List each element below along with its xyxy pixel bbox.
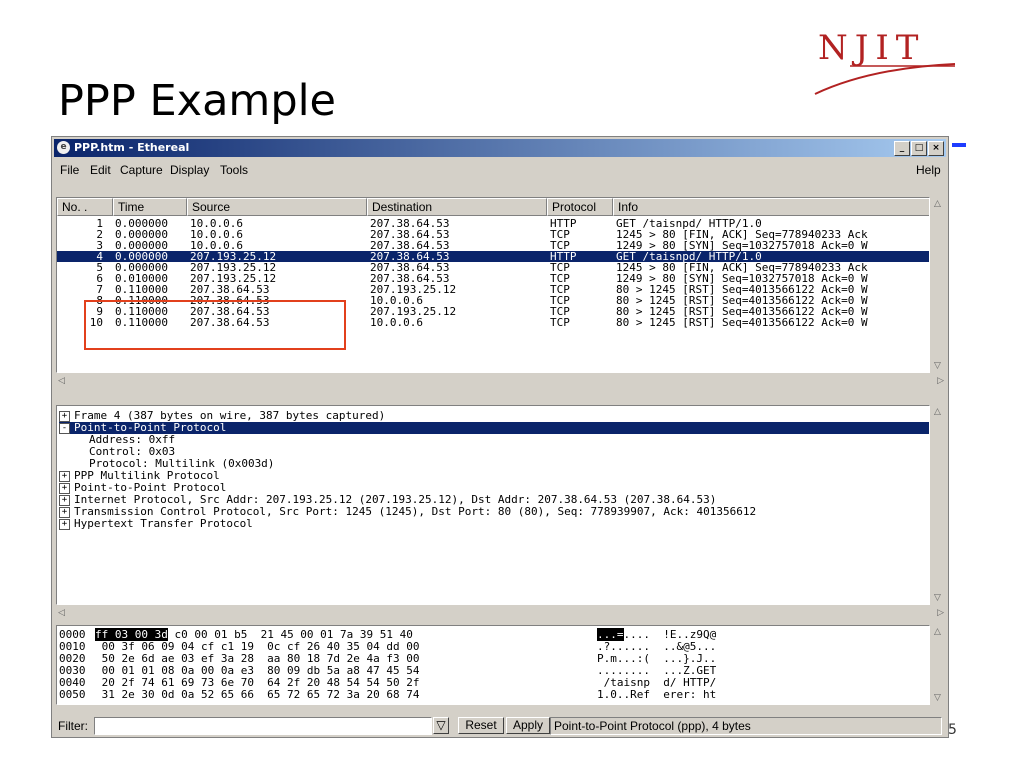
menu-file[interactable]: File: [60, 163, 79, 177]
menu-display[interactable]: Display: [170, 163, 209, 177]
expand-icon[interactable]: +: [59, 518, 70, 530]
filter-label: Filter:: [58, 719, 88, 733]
expand-icon[interactable]: +: [59, 494, 70, 506]
column-source[interactable]: Source: [187, 198, 367, 216]
ethereal-app-icon: e: [57, 141, 70, 154]
njit-logo: NJIT: [810, 28, 960, 98]
minimize-icon[interactable]: _: [894, 141, 910, 156]
hex-bytes: 31 2e 30 0d 0a 52 65 66 65 72 65 72 3a 2…: [95, 688, 420, 701]
detail-line[interactable]: - Point-to-Point Protocol: [59, 422, 929, 434]
apply-button[interactable]: Apply: [506, 717, 550, 734]
column-no[interactable]: No. .: [57, 198, 113, 216]
expand-icon[interactable]: +: [59, 470, 70, 482]
detail-line[interactable]: + Hypertext Transfer Protocol: [59, 518, 253, 530]
packet-list-vscroll[interactable]: △ ▽: [930, 197, 946, 373]
ethereal-window: e PPP.htm - Ethereal _ □ × File Edit Captu…: [51, 136, 949, 738]
slide-accent-mark: [952, 143, 966, 147]
packet-cell-protocol: TCP: [550, 316, 570, 329]
expand-icon[interactable]: +: [59, 410, 70, 422]
column-time[interactable]: Time: [113, 198, 187, 216]
details-vscroll[interactable]: △ ▽: [930, 405, 946, 605]
close-icon[interactable]: ×: [928, 141, 944, 156]
hex-offset: 0010: [59, 640, 86, 653]
slide-title: PPP Example: [58, 76, 337, 126]
hex-offset: 0020: [59, 652, 86, 665]
hex-ascii: 1.0..Ref erer: ht: [597, 688, 717, 701]
window-title: PPP.htm - Ethereal: [74, 141, 190, 154]
menu-capture[interactable]: Capture: [120, 163, 163, 177]
window-titlebar[interactable]: e PPP.htm - Ethereal _ □ ×: [54, 139, 946, 157]
status-bar: Point-to-Point Protocol (ppp), 4 bytes: [550, 717, 942, 735]
packet-cell-destination: 10.0.0.6: [370, 316, 423, 329]
highlight-box: [84, 300, 346, 350]
menu-tools[interactable]: Tools: [220, 163, 248, 177]
hex-offset: 0040: [59, 676, 86, 689]
window-controls: _ □ ×: [893, 141, 944, 156]
logo-swoosh-icon: [814, 63, 956, 95]
packet-row[interactable]: 3 0.000000 10.0.0.6 207.38.64.53 TCP 1249 > 8…: [57, 240, 929, 251]
packet-cell-info: 80 > 1245 [RST] Seq=4013566122 Ack=0 W: [616, 316, 868, 329]
menu-edit[interactable]: Edit: [90, 163, 111, 177]
expand-icon[interactable]: +: [59, 506, 70, 518]
packet-list-hscroll[interactable]: ◁ ▷: [56, 375, 946, 389]
maximize-icon[interactable]: □: [911, 141, 927, 156]
hex-vscroll[interactable]: △ ▽: [930, 625, 946, 705]
menu-bar: File Edit Capture Display Tools Help: [54, 159, 946, 181]
details-hscroll[interactable]: ◁ ▷: [56, 607, 946, 621]
hex-dump-pane: 0000 ff 03 00 3d c0 00 01 b5 21 45 00 01 …: [56, 625, 930, 705]
column-info[interactable]: Info: [613, 198, 929, 216]
expand-icon[interactable]: +: [59, 482, 70, 494]
menu-help[interactable]: Help: [916, 163, 941, 177]
filter-dropdown-icon[interactable]: ▽: [433, 717, 449, 734]
collapse-icon[interactable]: -: [59, 422, 70, 434]
column-protocol[interactable]: Protocol: [547, 198, 613, 216]
slide-page-number: 5: [948, 722, 957, 738]
hex-offset: 0050: [59, 688, 86, 701]
filter-input[interactable]: [94, 717, 432, 735]
packet-details-pane: + Frame 4 (387 bytes on wire, 387 bytes c…: [56, 405, 930, 605]
hex-offset: 0030: [59, 664, 86, 677]
hex-offset: 0000: [59, 628, 86, 641]
column-destination[interactable]: Destination: [367, 198, 547, 216]
reset-button[interactable]: Reset: [458, 717, 504, 734]
filter-bar: Filter: ▽ Reset Apply Point-to-Point Pro…: [54, 715, 946, 737]
detail-text: Hypertext Transfer Protocol: [74, 517, 253, 530]
